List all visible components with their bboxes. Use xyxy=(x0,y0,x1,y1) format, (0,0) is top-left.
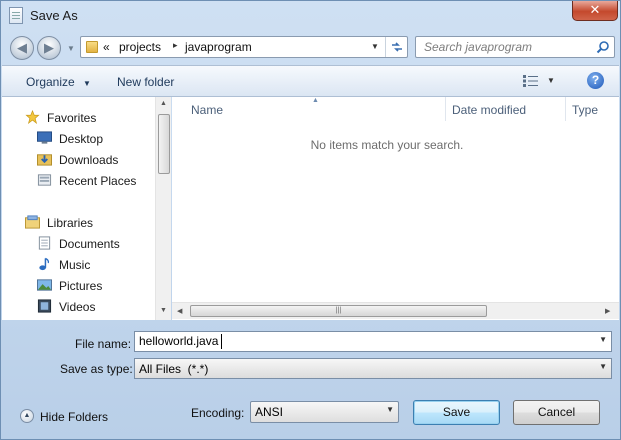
new-folder-button[interactable]: New folder xyxy=(117,75,174,89)
recent-locations-dropdown[interactable]: ▼ xyxy=(67,44,75,53)
search-input[interactable]: Search javaprogram xyxy=(424,40,532,54)
documents-icon xyxy=(38,236,51,250)
nav-item-label: Pictures xyxy=(59,279,103,293)
scroll-thumb[interactable] xyxy=(158,114,170,174)
search-icon[interactable] xyxy=(596,40,610,54)
address-bar[interactable]: « projects ▸ javaprogram ▼ xyxy=(80,36,408,58)
folder-icon xyxy=(86,41,98,53)
column-header-type[interactable]: Type xyxy=(572,103,598,117)
encoding-value: ANSI xyxy=(255,405,284,419)
column-divider[interactable] xyxy=(565,97,566,121)
navigation-pane: Favorites Desktop Downloads Recent Place… xyxy=(2,97,171,320)
address-overflow-chevron[interactable]: « xyxy=(103,40,110,54)
change-view-icon[interactable] xyxy=(523,75,539,87)
command-toolbar: Organize ▼ New folder ▼ ? xyxy=(2,65,619,97)
cancel-button[interactable]: Cancel xyxy=(513,400,600,425)
music-icon xyxy=(39,257,50,271)
file-name-field[interactable]: helloworld.java ▼ xyxy=(134,331,612,352)
close-button[interactable]: ✕ xyxy=(572,1,618,21)
column-header-name[interactable]: Name xyxy=(191,103,223,117)
back-button[interactable]: ◀ xyxy=(10,36,34,60)
view-options-dropdown[interactable]: ▼ xyxy=(547,76,555,85)
scroll-left-arrow[interactable]: ◀ xyxy=(177,307,182,315)
column-header-date-modified[interactable]: Date modified xyxy=(452,103,526,117)
nav-item-label: Favorites xyxy=(47,111,97,125)
title-bar[interactable]: Save As ✕ xyxy=(1,1,620,31)
encoding-label: Encoding: xyxy=(191,406,245,420)
nav-item-label: Documents xyxy=(59,237,120,251)
forward-arrow-icon: ▶ xyxy=(44,40,54,55)
save-button[interactable]: Save xyxy=(413,400,500,425)
chevron-down-icon[interactable]: ▼ xyxy=(386,405,394,414)
notepad-icon xyxy=(9,7,23,24)
chevron-down-icon[interactable]: ▼ xyxy=(599,335,607,344)
search-box[interactable]: Search javaprogram xyxy=(415,36,615,58)
column-divider[interactable] xyxy=(445,97,446,121)
save-as-type-value: All Files (*.*) xyxy=(139,362,209,376)
breadcrumb-javaprogram[interactable]: javaprogram xyxy=(185,40,252,54)
star-icon xyxy=(25,110,40,124)
file-name-input[interactable]: helloworld.java xyxy=(139,334,218,348)
scroll-right-arrow[interactable]: ▶ xyxy=(605,307,610,315)
hide-folders-icon[interactable]: ▲ xyxy=(20,409,34,423)
help-icon[interactable]: ? xyxy=(587,72,604,89)
address-dropdown-button[interactable]: ▼ xyxy=(367,37,383,57)
horizontal-scrollbar[interactable]: ◀ ||| ▶ xyxy=(172,302,619,319)
back-arrow-icon: ◀ xyxy=(17,40,27,55)
nav-item-label: Music xyxy=(59,258,91,272)
chevron-down-icon[interactable]: ▼ xyxy=(599,362,607,371)
window-title: Save As xyxy=(30,8,78,23)
save-as-dialog: Save As ✕ ◀ ▶ ▼ « projects ▸ javaprogram… xyxy=(0,0,621,440)
save-as-type-select[interactable]: All Files (*.*) ▼ xyxy=(134,358,612,379)
chevron-down-icon: ▼ xyxy=(83,79,91,88)
text-cursor xyxy=(221,334,222,349)
breadcrumb-separator[interactable]: ▸ xyxy=(173,40,178,51)
navigation-scrollbar[interactable]: ▲ ▼ xyxy=(155,97,171,320)
scroll-up-arrow[interactable]: ▲ xyxy=(160,100,167,107)
file-name-label: File name: xyxy=(75,337,132,351)
refresh-button[interactable] xyxy=(385,37,407,57)
encoding-select[interactable]: ANSI ▼ xyxy=(250,401,399,423)
save-as-type-label: Save as type: xyxy=(60,362,133,376)
libraries-icon xyxy=(25,215,40,229)
recent-places-icon xyxy=(37,174,52,186)
nav-item-label: Recent Places xyxy=(59,174,137,188)
nav-item-label: Videos xyxy=(59,300,96,314)
desktop-icon xyxy=(37,131,52,144)
file-list-pane: ▲ Name Date modified Type No items match… xyxy=(172,97,619,320)
nav-item-label: Libraries xyxy=(47,216,94,230)
videos-icon xyxy=(37,299,52,313)
downloads-icon xyxy=(37,154,52,166)
nav-item-label: Desktop xyxy=(59,132,104,146)
sort-ascending-icon: ▲ xyxy=(312,97,319,104)
empty-folder-message: No items match your search. xyxy=(310,138,464,152)
refresh-icon xyxy=(391,42,402,52)
scroll-thumb[interactable]: ||| xyxy=(190,305,487,317)
scroll-down-arrow[interactable]: ▼ xyxy=(160,307,167,314)
organize-label: Organize xyxy=(26,75,75,89)
organize-button[interactable]: Organize ▼ xyxy=(26,75,91,89)
breadcrumb-projects[interactable]: projects xyxy=(119,40,161,54)
hide-folders-button[interactable]: Hide Folders xyxy=(40,410,108,424)
pictures-icon xyxy=(37,279,52,291)
nav-item-label: Downloads xyxy=(59,153,119,167)
forward-button[interactable]: ▶ xyxy=(37,36,61,60)
